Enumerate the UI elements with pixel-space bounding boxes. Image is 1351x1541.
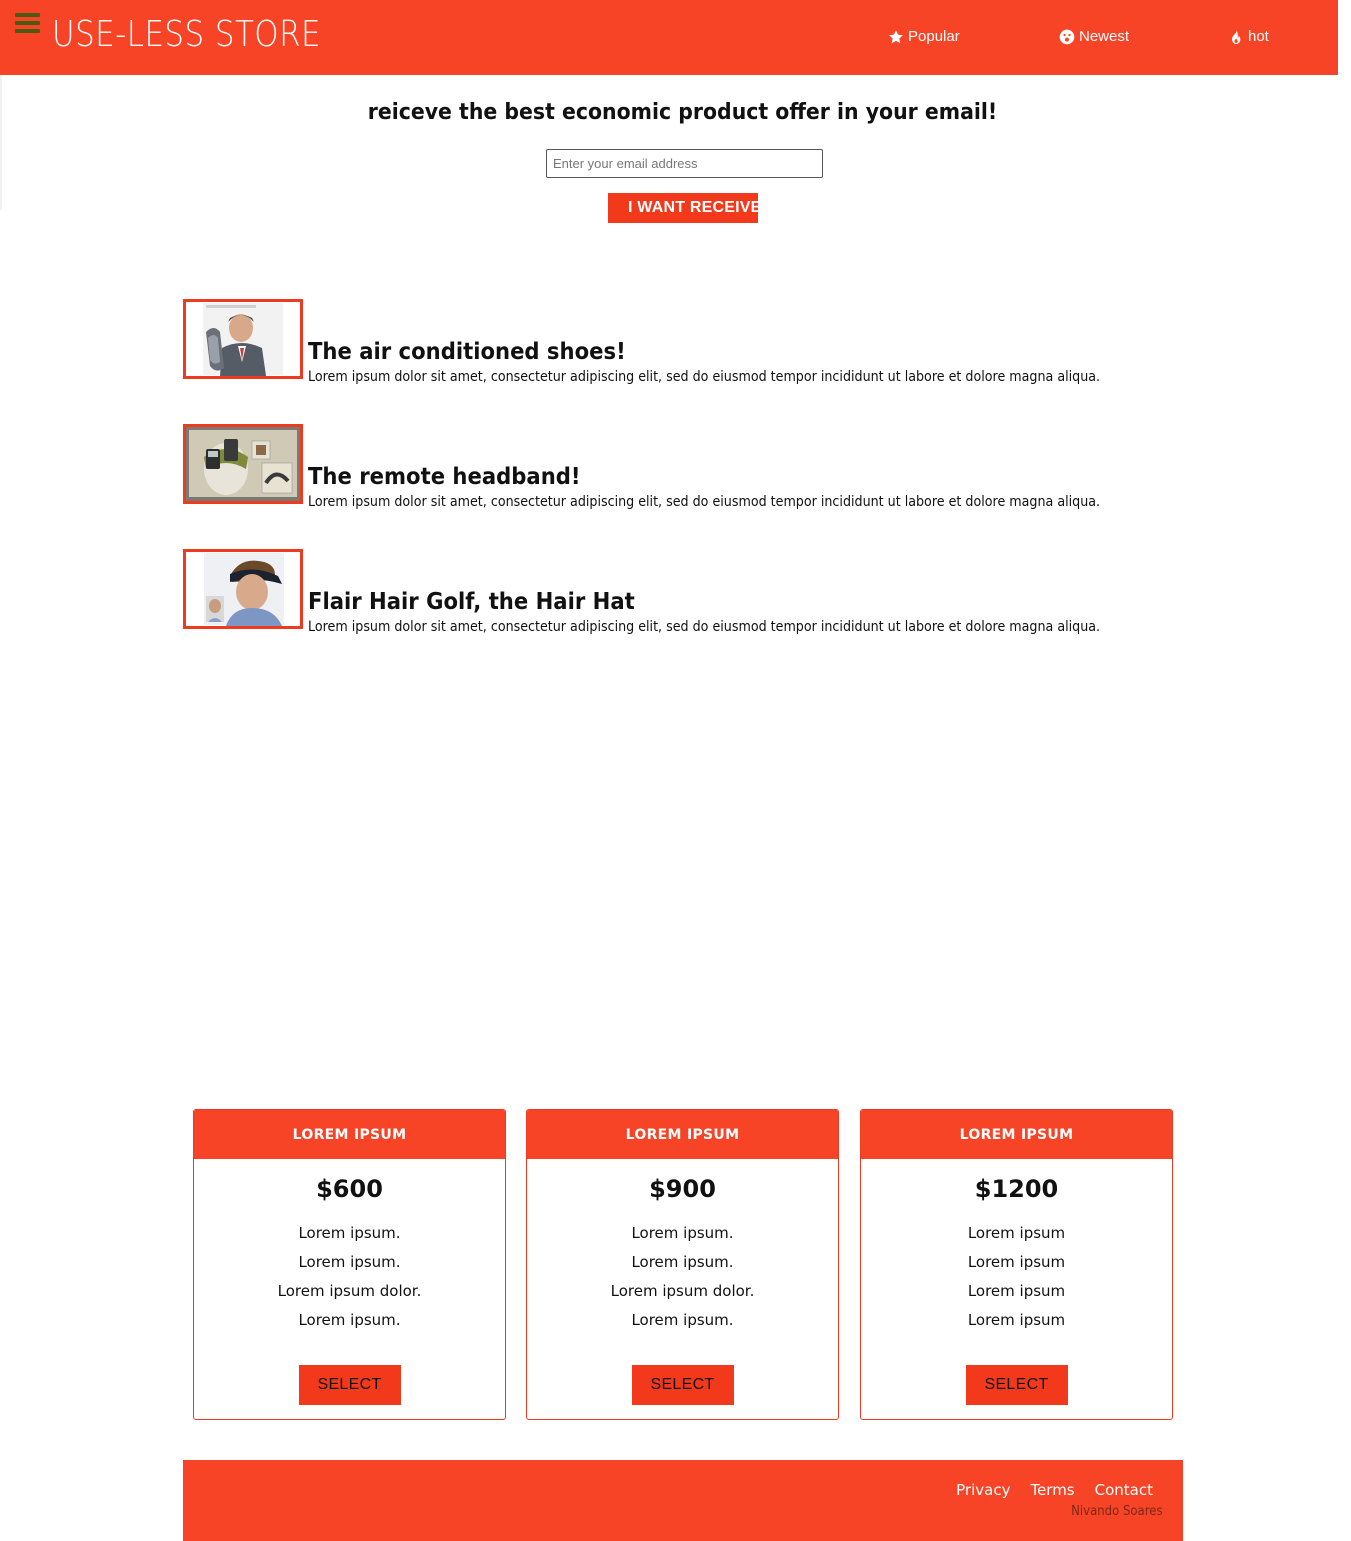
product-thumbnail[interactable] xyxy=(183,299,303,379)
select-button[interactable]: SELECT xyxy=(965,1365,1068,1405)
product-item-hair-hat: Flair Hair Golf, the Hair Hat Lorem ipsu… xyxy=(183,549,1183,639)
nav-hot[interactable]: hot xyxy=(1228,28,1269,45)
pricing-feature: Lorem ipsum. xyxy=(298,1253,401,1271)
footer-link-terms[interactable]: Terms xyxy=(1030,1481,1074,1499)
product-item-remote-headband: The remote headband! Lorem ipsum dolor s… xyxy=(183,424,1183,514)
product-title[interactable]: The air conditioned shoes! xyxy=(308,339,626,365)
pricing-feature: Lorem ipsum xyxy=(967,1311,1066,1329)
pricing-feature: Lorem ipsum dolor. xyxy=(610,1282,755,1300)
pricing-card: LOREM IPSUM $600 Lorem ipsum. Lorem ipsu… xyxy=(193,1109,506,1420)
pricing-card-header: LOREM IPSUM xyxy=(527,1110,838,1159)
email-input[interactable] xyxy=(546,149,823,178)
left-edge-shadow xyxy=(0,75,2,210)
pricing-feature-list: Lorem ipsum. Lorem ipsum. Lorem ipsum do… xyxy=(194,1219,505,1335)
pricing-card: LOREM IPSUM $900 Lorem ipsum. Lorem ipsu… xyxy=(526,1109,839,1420)
air-shoes-photo xyxy=(186,302,300,376)
receive-offer-button-label: I WANT RECEIVE xyxy=(628,199,758,216)
star-icon xyxy=(889,29,903,43)
remote-headband-photo xyxy=(186,427,300,501)
nav-hot-label: hot xyxy=(1248,28,1269,45)
select-button[interactable]: SELECT xyxy=(631,1365,734,1405)
select-button[interactable]: SELECT xyxy=(298,1365,401,1405)
pricing-card-header: LOREM IPSUM xyxy=(194,1110,505,1159)
pricing-feature-list: Lorem ipsum. Lorem ipsum. Lorem ipsum do… xyxy=(527,1219,838,1335)
pricing-feature: Lorem ipsum dolor. xyxy=(277,1282,422,1300)
pricing-card: LOREM IPSUM $1200 Lorem ipsum Lorem ipsu… xyxy=(860,1109,1173,1420)
pricing-feature: Lorem ipsum. xyxy=(631,1224,734,1242)
pricing-card-price: $600 xyxy=(316,1175,383,1203)
product-description: Lorem ipsum dolor sit amet, consectetur … xyxy=(308,369,1101,385)
fire-icon xyxy=(1232,29,1241,44)
product-description: Lorem ipsum dolor sit amet, consectetur … xyxy=(308,619,1101,635)
top-navbar: USE-LESS STORE Popular Newest hot xyxy=(0,0,1338,75)
brand-logo[interactable]: USE-LESS STORE xyxy=(52,14,321,55)
nav-newest-label: Newest xyxy=(1079,28,1130,45)
product-description: Lorem ipsum dolor sit amet, consectetur … xyxy=(308,494,1101,510)
footer-link-contact[interactable]: Contact xyxy=(1095,1481,1153,1499)
pricing-feature: Lorem ipsum. xyxy=(298,1224,401,1242)
pricing-feature: Lorem ipsum xyxy=(967,1224,1066,1242)
footer: Privacy Terms Contact Nivando Soares xyxy=(183,1460,1183,1541)
footer-credit: Nivando Soares xyxy=(1071,1504,1163,1519)
pricing-card-header: LOREM IPSUM xyxy=(861,1110,1172,1159)
hamburger-menu-icon[interactable] xyxy=(15,13,40,33)
product-item-air-shoes: The air conditioned shoes! Lorem ipsum d… xyxy=(183,299,1183,389)
nav-popular-label: Popular xyxy=(908,28,960,45)
pricing-feature: Lorem ipsum. xyxy=(298,1311,401,1329)
newsletter-title: reiceve the best economic product offer … xyxy=(367,100,998,125)
footer-links: Privacy Terms Contact xyxy=(956,1481,1153,1499)
pricing-feature: Lorem ipsum. xyxy=(631,1253,734,1271)
footer-link-privacy[interactable]: Privacy xyxy=(956,1481,1010,1499)
pricing-feature: Lorem ipsum xyxy=(967,1253,1066,1271)
pricing-feature-list: Lorem ipsum Lorem ipsum Lorem ipsum Lore… xyxy=(861,1219,1172,1335)
pricing-feature: Lorem ipsum xyxy=(967,1282,1066,1300)
surprised-face-icon xyxy=(1059,29,1075,44)
pricing-card-price: $1200 xyxy=(974,1175,1059,1203)
product-thumbnail[interactable] xyxy=(183,424,303,504)
nav-popular[interactable]: Popular xyxy=(888,28,960,45)
product-title[interactable]: Flair Hair Golf, the Hair Hat xyxy=(308,589,635,615)
nav-newest[interactable]: Newest xyxy=(1059,28,1129,45)
receive-offer-button[interactable]: I WANT RECEIVE xyxy=(608,193,758,223)
pricing-card-price: $900 xyxy=(649,1175,716,1203)
product-thumbnail[interactable] xyxy=(183,549,303,629)
hair-hat-photo xyxy=(186,552,300,626)
pricing-feature: Lorem ipsum. xyxy=(631,1311,734,1329)
product-title[interactable]: The remote headband! xyxy=(308,464,581,490)
